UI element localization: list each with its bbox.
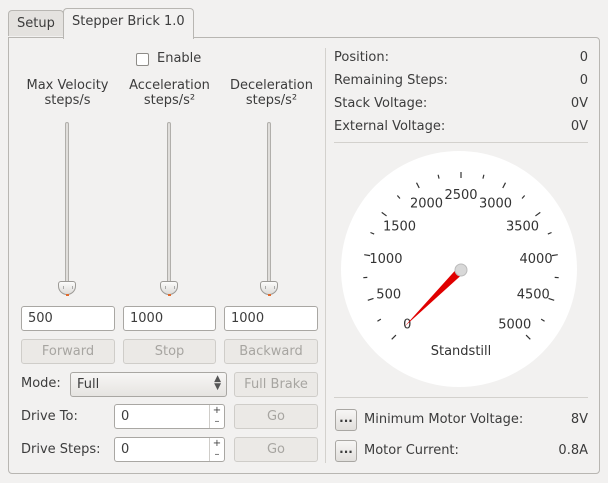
min-motor-voltage-value: 8V [570, 412, 588, 427]
decrement-icon[interactable]: – [210, 416, 224, 427]
gauge-tick-label: 500 [376, 287, 401, 302]
drive-to-stepper[interactable]: + – [209, 405, 224, 428]
gauge-hub [454, 263, 468, 277]
max-velocity-title: Max Velocity [26, 78, 109, 93]
drive-steps-label: Drive Steps: [21, 442, 101, 457]
stack-voltage-value: 0V [570, 96, 588, 111]
stop-button[interactable]: Stop [123, 339, 216, 364]
acceleration-unit: steps/s² [143, 93, 196, 108]
stack-voltage-label: Stack Voltage: [334, 96, 428, 111]
gauge-tick-label: 0 [403, 318, 411, 333]
drive-steps-value: 0 [121, 442, 130, 457]
max-velocity-input[interactable]: 500 [21, 306, 115, 331]
max-velocity-label: Max Velocity steps/s [15, 78, 120, 108]
gauge-tick-label: 4500 [517, 287, 550, 302]
gauge-caption: Standstill [431, 344, 492, 359]
gauge-tick-label: 2000 [410, 196, 443, 211]
gauge-tick-label: 5000 [498, 318, 531, 333]
external-voltage-label: External Voltage: [334, 119, 446, 134]
drive-to-spinbox[interactable]: 0 + – [114, 404, 225, 429]
gauge-tick-label: 3000 [479, 196, 512, 211]
decrement-icon[interactable]: – [210, 449, 224, 460]
min-motor-voltage-button[interactable]: ... [335, 409, 357, 431]
acceleration-slider-track[interactable] [167, 122, 171, 290]
updown-arrows-icon: ▲ ▼ [214, 374, 221, 392]
full-brake-button[interactable]: Full Brake [234, 372, 318, 397]
position-value: 0 [579, 50, 588, 65]
drive-steps-stepper[interactable]: + – [209, 438, 224, 461]
deceleration-input[interactable]: 1000 [224, 306, 318, 331]
deceleration-title: Deceleration [230, 78, 313, 93]
position-label: Position: [334, 50, 389, 65]
status-divider [334, 142, 588, 143]
remaining-steps-label: Remaining Steps: [334, 73, 448, 88]
increment-icon[interactable]: + [210, 438, 224, 449]
gauge-tick-label: 1500 [383, 219, 416, 234]
bottom-status-divider [334, 397, 588, 398]
tab-stepper-brick[interactable]: Stepper Brick 1.0 [63, 8, 194, 39]
mode-selected-value: Full [77, 377, 100, 392]
motor-current-label: Motor Current: [364, 443, 459, 458]
enable-label: Enable [157, 51, 202, 66]
drive-steps-spinbox[interactable]: 0 + – [114, 437, 225, 462]
remaining-steps-value: 0 [579, 73, 588, 88]
drive-steps-go-button[interactable]: Go [234, 437, 318, 462]
gauge-tick-label: 1000 [369, 252, 402, 267]
mode-select[interactable]: Full ▲ ▼ [70, 372, 227, 397]
backward-button[interactable]: Backward [224, 339, 318, 364]
gauge-tick-label: 3500 [506, 219, 539, 234]
tab-setup[interactable]: Setup [8, 10, 64, 36]
max-velocity-slider-track[interactable] [65, 122, 69, 290]
drive-to-go-button[interactable]: Go [234, 404, 318, 429]
acceleration-label: Acceleration steps/s² [117, 78, 222, 108]
deceleration-unit: steps/s² [245, 93, 298, 108]
deceleration-label: Deceleration steps/s² [219, 78, 324, 108]
external-voltage-value: 0V [570, 119, 588, 134]
motor-current-button[interactable]: ... [335, 440, 357, 462]
increment-icon[interactable]: + [210, 405, 224, 416]
drive-to-label: Drive To: [21, 409, 78, 424]
mode-label: Mode: [21, 376, 61, 391]
acceleration-input[interactable]: 1000 [123, 306, 216, 331]
acceleration-title: Acceleration [129, 78, 210, 93]
enable-checkbox[interactable] [136, 53, 149, 66]
forward-button[interactable]: Forward [21, 339, 115, 364]
vertical-divider [325, 48, 326, 463]
speed-gauge: 0 500 1000 1500 200025003000 3500 4000 4500 5000… [341, 151, 577, 387]
deceleration-slider-track[interactable] [267, 122, 271, 290]
drive-to-value: 0 [121, 409, 130, 424]
max-velocity-unit: steps/s [44, 93, 91, 108]
gauge-tick-label: 4000 [520, 252, 553, 267]
gauge-tick-label: 2500 [444, 188, 477, 203]
motor-current-value: 0.8A [558, 443, 588, 458]
